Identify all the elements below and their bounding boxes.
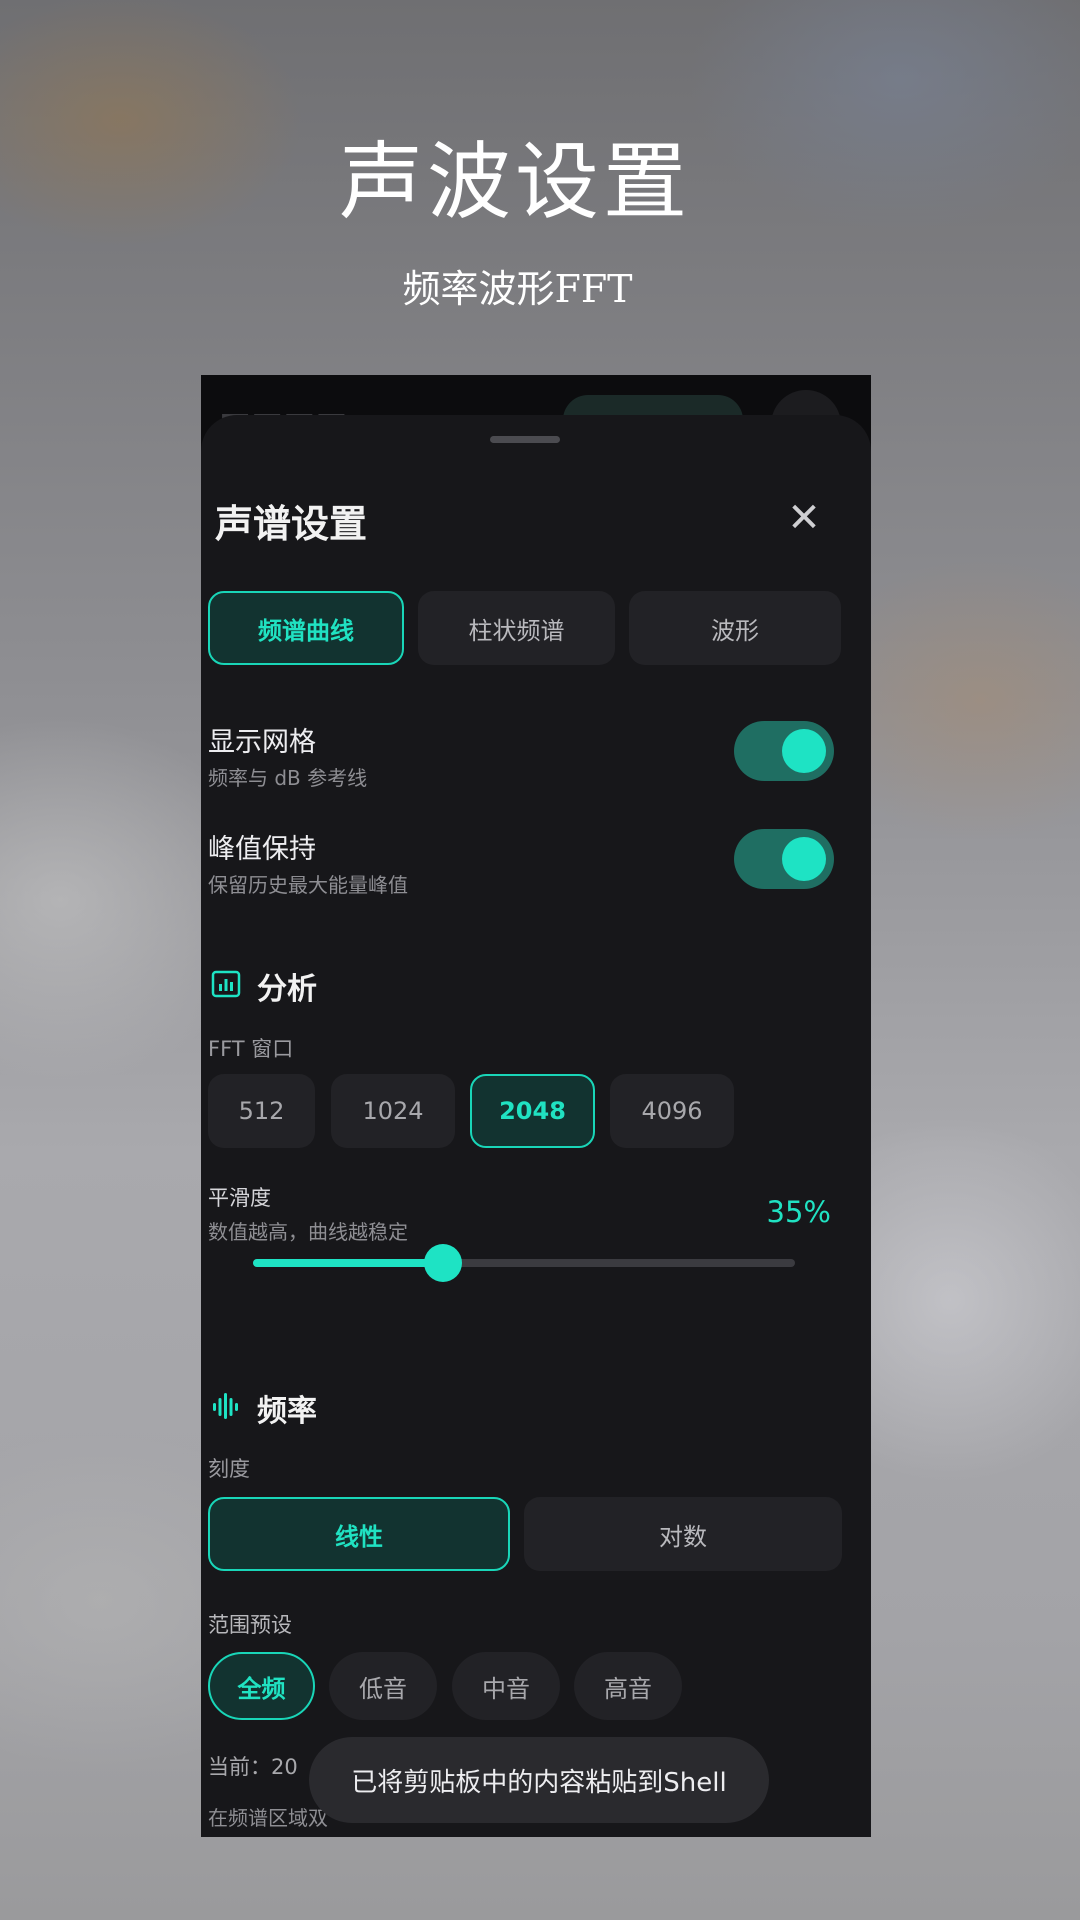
peak-hold-label: 峰值保持 [208,834,316,865]
fft-window-label: FFT 窗口 [208,1037,294,1061]
scale-linear[interactable]: 线性 [208,1497,510,1571]
fft-option-512[interactable]: 512 [208,1074,315,1148]
toggle-knob [782,729,826,773]
analysis-section-title: 分析 [257,972,317,1007]
current-range-text: 当前：20 [208,1755,298,1779]
sheet-drag-handle[interactable] [490,436,560,443]
smoothing-value: 35% [766,1195,831,1229]
peak-hold-toggle[interactable] [734,829,834,889]
show-grid-description: 频率与 dB 参考线 [208,766,368,790]
range-preset-label: 范围预设 [208,1613,292,1637]
hero-subtitle: 频率波形FFT [402,267,633,311]
smoothing-slider[interactable] [253,1244,795,1282]
peak-hold-description: 保留历史最大能量峰值 [208,873,408,897]
smoothing-description: 数值越高，曲线越稳定 [208,1220,408,1244]
fft-option-1024[interactable]: 1024 [331,1074,455,1148]
range-mid[interactable]: 中音 [452,1652,560,1720]
frequency-section-title: 频率 [257,1394,317,1429]
slider-thumb[interactable] [423,1244,462,1282]
scale-log[interactable]: 对数 [524,1497,842,1571]
view-mode-spectrum-curve[interactable]: 频谱曲线 [208,591,404,665]
fft-option-4096[interactable]: 4096 [610,1074,734,1148]
chart-icon [211,970,241,998]
sheet-title: 声谱设置 [215,502,368,546]
scale-label: 刻度 [208,1457,250,1481]
toggle-knob [782,837,826,881]
settings-bottom-sheet: 声谱设置 ✕ 频谱曲线 柱状频谱 波形 显示网格 频率与 dB 参考线 峰值保持… [201,415,871,1837]
range-bass[interactable]: 低音 [329,1652,437,1720]
close-icon: ✕ [787,495,821,541]
show-grid-toggle[interactable] [734,721,834,781]
range-full[interactable]: 全频 [208,1652,315,1720]
range-treble[interactable]: 高音 [574,1652,682,1720]
view-mode-waveform[interactable]: 波形 [629,591,841,665]
fft-option-2048[interactable]: 2048 [470,1074,595,1148]
hero-title: 声波设置 [338,133,691,231]
toast-message: 已将剪贴板中的内容粘贴到Shell [309,1737,769,1823]
show-grid-label: 显示网格 [208,727,316,758]
phone-screen: ■■■■ 声谱设置 ✕ 频谱曲线 柱状频谱 波形 显示网格 频率与 dB 参考线… [201,375,871,1837]
slider-fill [253,1259,443,1267]
view-mode-bar-spectrum[interactable]: 柱状频谱 [418,591,615,665]
close-button[interactable]: ✕ [779,493,829,543]
hint-text: 在频谱区域双 [208,1806,328,1830]
smoothing-label: 平滑度 [208,1186,271,1210]
waveform-icon [213,1393,238,1419]
